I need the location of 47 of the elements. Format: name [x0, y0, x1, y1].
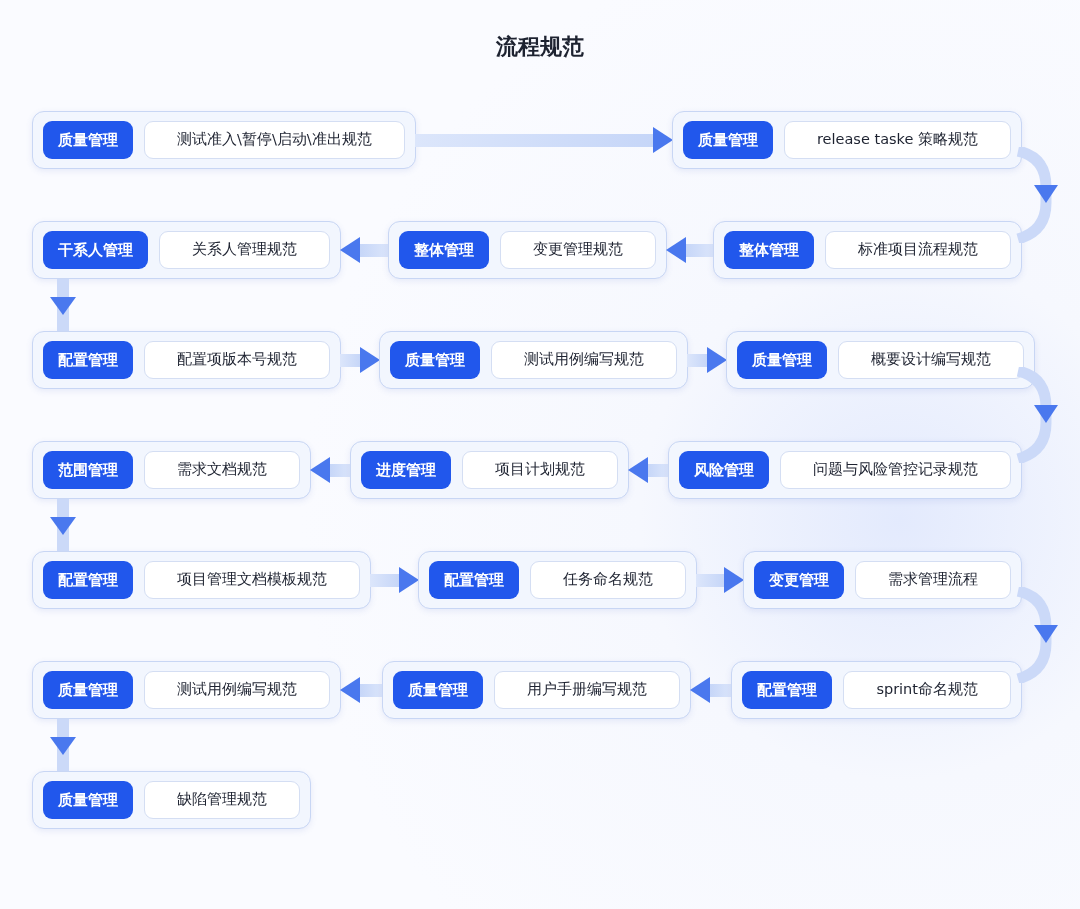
step-label: 需求文档规范 — [144, 451, 300, 489]
category-label: 配置管理 — [43, 561, 133, 599]
arrow — [340, 237, 389, 263]
category-label: 质量管理 — [43, 671, 133, 709]
step-label: 项目计划规范 — [462, 451, 618, 489]
category-label: 进度管理 — [361, 451, 451, 489]
step-label: 测试准入\暂停\启动\准出规范 — [144, 121, 405, 159]
arrow — [310, 457, 351, 483]
category-label: 质量管理 — [392, 671, 483, 709]
category-label: 配置管理 — [742, 671, 833, 709]
category-label: 质量管理 — [737, 341, 827, 379]
step-label: 缺陷管理规范 — [144, 781, 300, 819]
arrow — [340, 347, 380, 373]
step-label: 变更管理规范 — [499, 231, 656, 269]
step-label: 用户手册编写规范 — [493, 671, 680, 709]
step-label: 需求管理流程 — [855, 561, 1011, 599]
category-label: 变更管理 — [754, 561, 844, 599]
category-label: 质量管理 — [390, 341, 480, 379]
category-label: 范围管理 — [43, 451, 133, 489]
step-label: 项目管理文档模板规范 — [144, 561, 360, 599]
arrow — [665, 237, 714, 263]
arrow — [689, 677, 733, 703]
step-label: 关系人管理规范 — [159, 231, 330, 269]
arrow — [370, 567, 419, 593]
step-label: 测试用例编写规范 — [491, 341, 677, 379]
step-label: 配置项版本号规范 — [144, 341, 330, 379]
step-label: 问题与风险管控记录规范 — [780, 451, 1011, 489]
step-label: sprint命名规范 — [843, 671, 1011, 709]
step-label: 测试用例编写规范 — [144, 671, 330, 709]
step-label: 任务命名规范 — [529, 561, 686, 599]
arrow — [340, 677, 383, 703]
arrow — [695, 567, 744, 593]
category-label: 整体管理 — [724, 231, 814, 269]
category-label: 整体管理 — [398, 231, 489, 269]
step-label: 标准项目流程规范 — [825, 231, 1011, 269]
arrow — [687, 347, 727, 373]
category-label: 风险管理 — [679, 451, 769, 489]
category-label: 干系人管理 — [43, 231, 148, 269]
step-label: 概要设计编写规范 — [838, 341, 1024, 379]
arrow — [628, 457, 669, 483]
category-label: 质量管理 — [43, 121, 133, 159]
category-label: 配置管理 — [428, 561, 519, 599]
diagram-title: 流程规范 — [495, 33, 585, 61]
step-label: release taske 策略规范 — [783, 121, 1011, 159]
category-label: 配置管理 — [43, 341, 133, 379]
category-label: 质量管理 — [43, 781, 133, 819]
category-label: 质量管理 — [682, 121, 773, 159]
